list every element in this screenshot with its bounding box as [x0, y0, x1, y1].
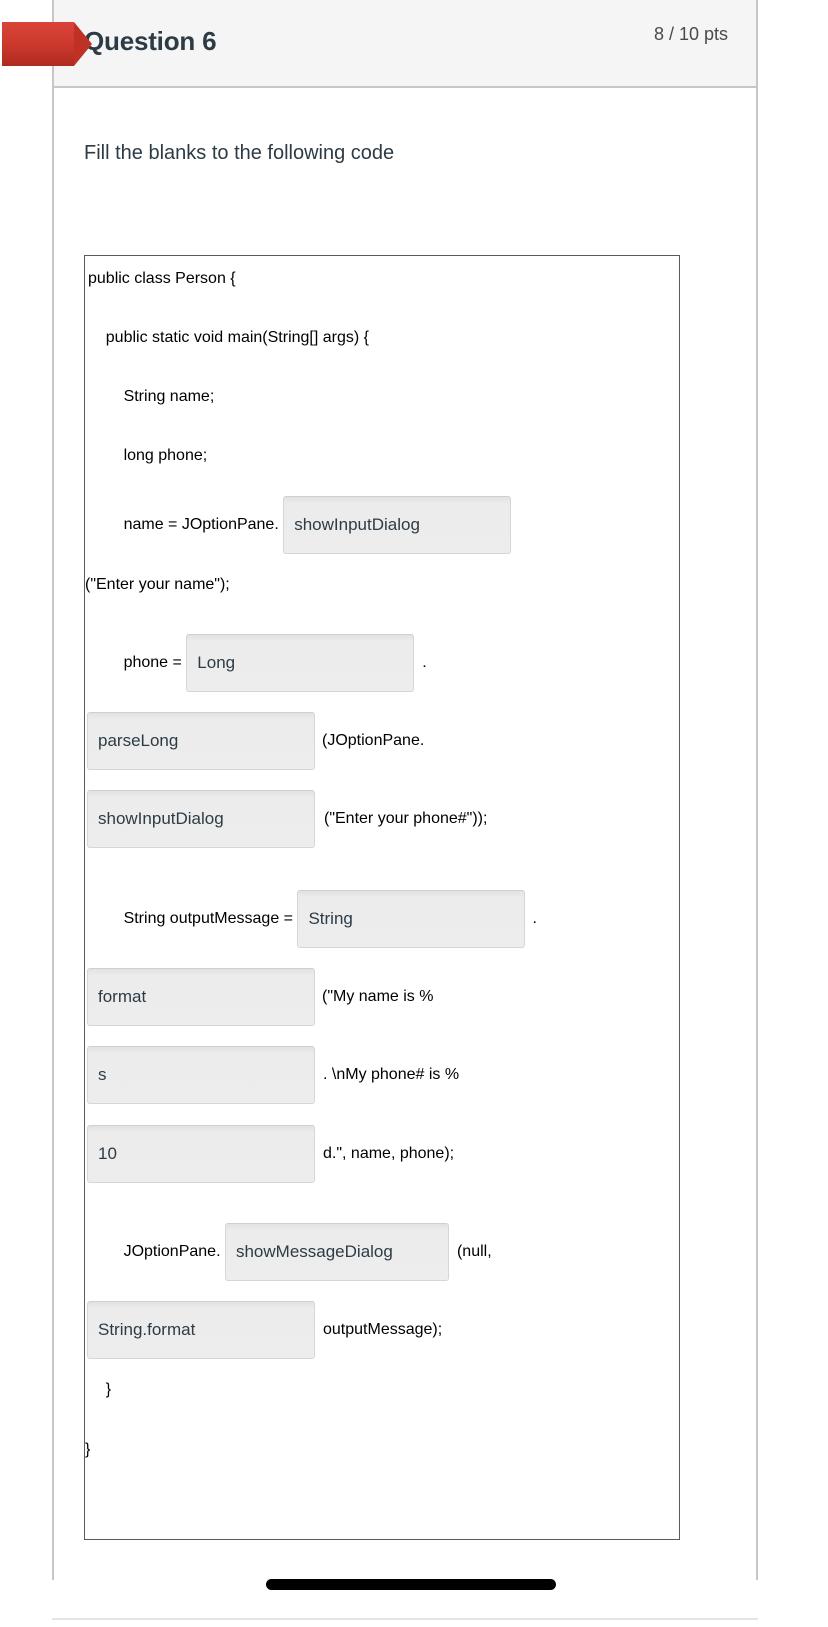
code-text: ("Enter your phone#"));: [324, 810, 488, 827]
code-row: long phone;: [88, 447, 679, 465]
code-text: name = JOptionPane.: [88, 516, 284, 533]
code-text: . \nMy phone# is %: [323, 1066, 460, 1083]
code-text: String outputMessage =: [88, 910, 298, 927]
code-row: JOptionPane. showMessageDialog (null,: [88, 1223, 679, 1281]
code-text: JOptionPane.: [88, 1243, 225, 1260]
code-row: 10 d.", name, phone);: [87, 1125, 679, 1183]
bottom-divider: [52, 1618, 758, 1620]
code-row: format ("My name is %: [87, 968, 679, 1026]
blank-answer-string[interactable]: String: [297, 890, 526, 948]
code-row: }: [85, 1441, 679, 1459]
blank-answer-s[interactable]: s: [87, 1046, 315, 1104]
code-row: showInputDialog ("Enter your phone#"));: [87, 790, 679, 848]
code-text: }: [88, 1381, 112, 1398]
code-fill-in-blank-block: public class Person { public static void…: [84, 255, 680, 1540]
question-points-badge: 8 / 10 pts: [653, 24, 728, 44]
question-title: Question 6: [84, 26, 217, 56]
code-text: phone =: [88, 654, 187, 671]
code-text: (JOptionPane.: [322, 732, 425, 749]
code-row: parseLong (JOptionPane.: [87, 712, 679, 770]
question-container: Question 6 8 / 10 pts Fill the blanks to…: [2, 0, 758, 1590]
code-text: outputMessage);: [323, 1321, 443, 1338]
code-text: String name;: [88, 388, 215, 405]
code-row: }: [88, 1381, 679, 1399]
blank-answer-showmessagedialog[interactable]: showMessageDialog: [224, 1223, 449, 1281]
code-text: ("Enter your name");: [85, 576, 230, 593]
code-text: .: [422, 654, 427, 671]
code-row: String outputMessage = String.: [88, 890, 679, 948]
code-text: ("My name is %: [322, 988, 434, 1005]
red-flag-marker-icon: [2, 22, 92, 66]
code-text: public static void main(String[] args) {: [88, 329, 369, 346]
blank-answer-format[interactable]: format: [87, 968, 315, 1026]
blank-answer-stringformat[interactable]: String.format: [87, 1301, 315, 1359]
code-text: .: [532, 910, 537, 927]
question-header: Question 6 8 / 10 pts: [2, 0, 756, 88]
code-text: public class Person {: [88, 270, 236, 287]
code-text: d.", name, phone);: [323, 1145, 455, 1162]
blank-answer-showinputdialog-1[interactable]: showInputDialog: [283, 496, 512, 554]
question-prompt: Fill the blanks to the following code: [84, 142, 395, 164]
code-row: phone = Long.: [88, 634, 679, 692]
code-row: s . \nMy phone# is %: [87, 1046, 679, 1104]
code-text: long phone;: [88, 447, 208, 464]
code-row: ("Enter your name");: [85, 576, 679, 594]
code-text: (null,: [456, 1243, 492, 1260]
blank-answer-parselong[interactable]: parseLong: [87, 712, 315, 770]
blank-answer-long[interactable]: Long: [186, 634, 415, 692]
code-row: String name;: [88, 388, 679, 406]
blank-answer-showinputdialog-2[interactable]: showInputDialog: [87, 790, 315, 848]
code-row: String.format outputMessage);: [87, 1301, 679, 1359]
code-row: public static void main(String[] args) {: [88, 329, 679, 347]
code-row: public class Person {: [88, 270, 679, 288]
code-text: }: [85, 1441, 91, 1458]
blank-answer-10[interactable]: 10: [87, 1125, 315, 1183]
code-row: name = JOptionPane. showInputDialog: [88, 496, 679, 554]
code-horizontal-scrollbar-thumb[interactable]: [266, 1579, 556, 1590]
code-horizontal-scrollbar[interactable]: [84, 1575, 680, 1591]
